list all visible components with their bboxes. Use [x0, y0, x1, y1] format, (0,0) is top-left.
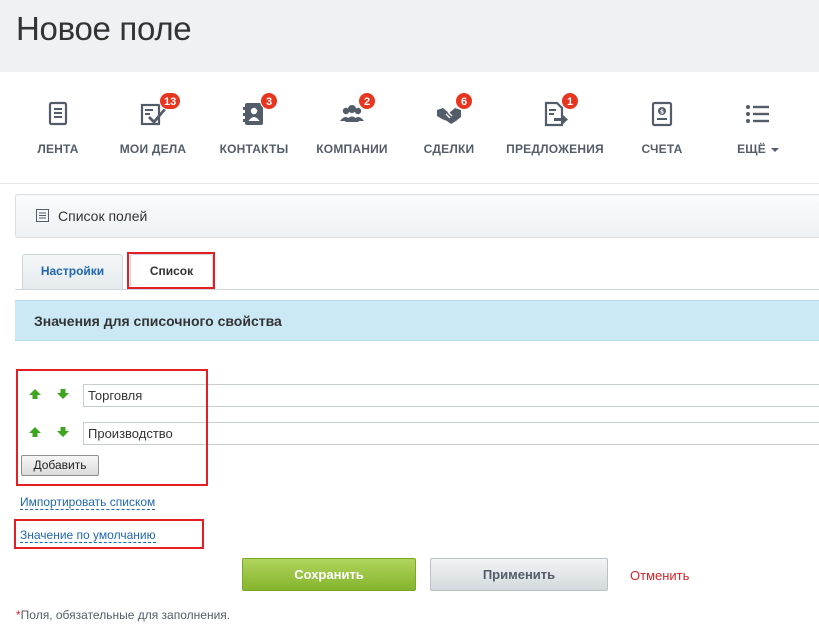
notification-badge: 6 [455, 92, 473, 110]
required-note-text: Поля, обязательные для заполнения. [20, 608, 231, 622]
nav-item-deals[interactable]: 6 СДЕЛКИ [399, 92, 499, 164]
cancel-link[interactable]: Отменить [630, 568, 689, 583]
default-value-link[interactable]: Значение по умолчанию [20, 528, 156, 543]
section-header: Значения для списочного свойства [15, 300, 819, 341]
apply-button[interactable]: Применить [430, 558, 608, 591]
nav-item-feed[interactable]: ЛЕНТА [8, 94, 108, 164]
add-value-button[interactable]: Добавить [21, 455, 99, 476]
nav-label: СДЕЛКИ [423, 142, 475, 156]
nav-item-companies[interactable]: 2 КОМПАНИИ [302, 92, 402, 164]
tabs-divider [15, 289, 819, 290]
notification-badge: 1 [561, 92, 579, 110]
more-menu-icon [744, 100, 772, 128]
nav-label-more: ЕЩЁ [708, 142, 808, 156]
crm-navbar: ЛЕНТА 13 МОИ ДЕЛА 3 КОНТАКТЫ 2 КОМПАНИИ … [0, 72, 819, 184]
list-value-input[interactable]: Торговля [83, 384, 819, 407]
import-list-link[interactable]: Импортировать списком [20, 495, 156, 510]
nav-label: МОИ ДЕЛА [119, 142, 187, 156]
save-button[interactable]: Сохранить [242, 558, 416, 591]
nav-label: ЛЕНТА [37, 142, 79, 156]
nav-label: ПРЕДЛОЖЕНИЯ [506, 142, 604, 156]
notification-badge: 2 [358, 92, 376, 110]
chevron-down-icon [770, 147, 779, 152]
move-up-icon[interactable] [28, 425, 42, 439]
move-up-icon[interactable] [28, 387, 42, 401]
move-down-icon[interactable] [56, 387, 70, 401]
required-fields-note: *Поля, обязательные для заполнения. [16, 608, 230, 622]
invoice-icon: $ [648, 100, 676, 128]
list-icon [36, 209, 49, 222]
nav-item-tasks[interactable]: 13 МОИ ДЕЛА [103, 92, 203, 164]
more-label: ЕЩЁ [737, 142, 766, 156]
feed-icon [44, 100, 72, 128]
page-header: Новое поле [0, 0, 819, 72]
tab-settings[interactable]: Настройки [22, 254, 123, 290]
svg-text:$: $ [660, 109, 664, 116]
notification-badge: 13 [159, 92, 182, 110]
nav-item-invoices[interactable]: $ СЧЕТА [612, 94, 712, 164]
nav-label: КОМПАНИИ [316, 142, 388, 156]
fields-list-bar[interactable]: Список полей [15, 194, 819, 238]
nav-item-more[interactable]: ЕЩЁ [708, 94, 808, 164]
list-value-input[interactable]: Производство [83, 422, 819, 445]
notification-badge: 3 [260, 92, 278, 110]
nav-item-quotes[interactable]: 1 ПРЕДЛОЖЕНИЯ [505, 92, 605, 164]
fields-list-label: Список полей [58, 208, 148, 224]
section-title: Значения для списочного свойства [34, 313, 282, 329]
nav-item-contacts[interactable]: 3 КОНТАКТЫ [204, 92, 304, 164]
move-down-icon[interactable] [56, 425, 70, 439]
tab-list[interactable]: Список [130, 254, 213, 290]
nav-label: СЧЕТА [641, 142, 683, 156]
nav-label: КОНТАКТЫ [219, 142, 289, 156]
page-title: Новое поле [16, 10, 192, 47]
